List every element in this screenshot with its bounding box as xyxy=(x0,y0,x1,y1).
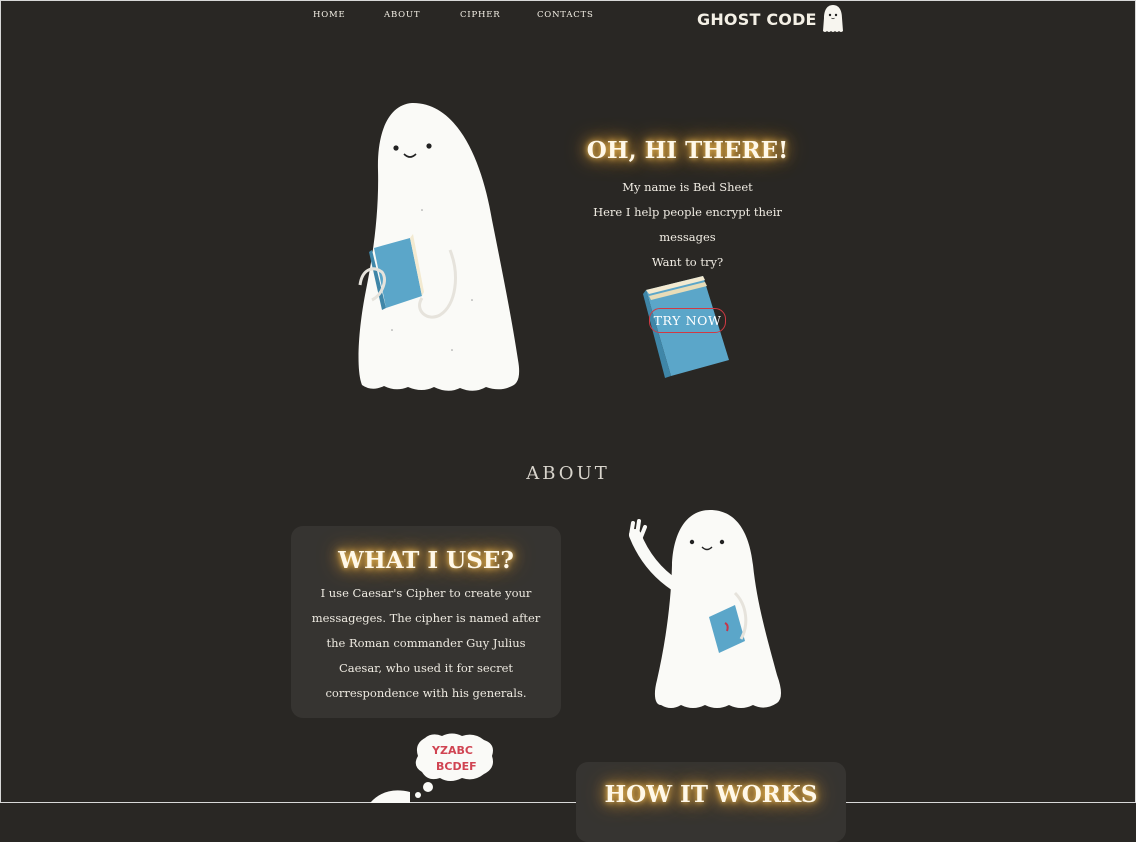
what-i-use-card: WHAT I USE? I use Caesar's Cipher to cre… xyxy=(291,526,561,718)
hero-line-1: My name is Bed Sheet xyxy=(622,180,753,194)
what-i-use-body: I use Caesar's Cipher to create your mes… xyxy=(311,586,541,700)
thought-letters-line-1: YZABC xyxy=(431,744,473,757)
nav-about-link[interactable]: ABOUT xyxy=(384,10,420,20)
ghost-reading-illustration xyxy=(358,102,520,391)
thought-bubble-illustration: YZABC BCDEF xyxy=(370,732,500,803)
logo[interactable]: GHOST CODE xyxy=(697,3,845,35)
ghost-icon xyxy=(822,5,843,32)
thought-letters-line-2: BCDEF xyxy=(436,760,477,773)
try-now-button[interactable]: TRY NOW xyxy=(649,308,726,333)
nav-contacts-link[interactable]: CONTACTS xyxy=(537,10,594,20)
hero-title: OH, HI THERE! xyxy=(586,137,789,164)
about-heading: ABOUT xyxy=(526,463,610,484)
hero-line-4: Want to try? xyxy=(651,255,724,269)
hero-line-2: Here I help people encrypt their xyxy=(593,205,782,219)
ghost-waving-illustration xyxy=(629,510,781,708)
how-it-works-card: HOW IT WORKS xyxy=(576,762,846,842)
nav-cipher-link[interactable]: CIPHER xyxy=(460,10,500,20)
main-nav: HOME ABOUT CIPHER CONTACTS xyxy=(0,10,1136,30)
hero-line-3: messages xyxy=(659,230,716,244)
page-frame xyxy=(0,0,1136,803)
how-it-works-title: HOW IT WORKS xyxy=(604,781,818,808)
nav-home-link[interactable]: HOME xyxy=(313,10,346,20)
what-i-use-title: WHAT I USE? xyxy=(338,547,514,574)
logo-text: GHOST CODE xyxy=(697,9,817,29)
hero-text: OH, HI THERE! My name is Bed Sheet Here … xyxy=(585,136,790,275)
